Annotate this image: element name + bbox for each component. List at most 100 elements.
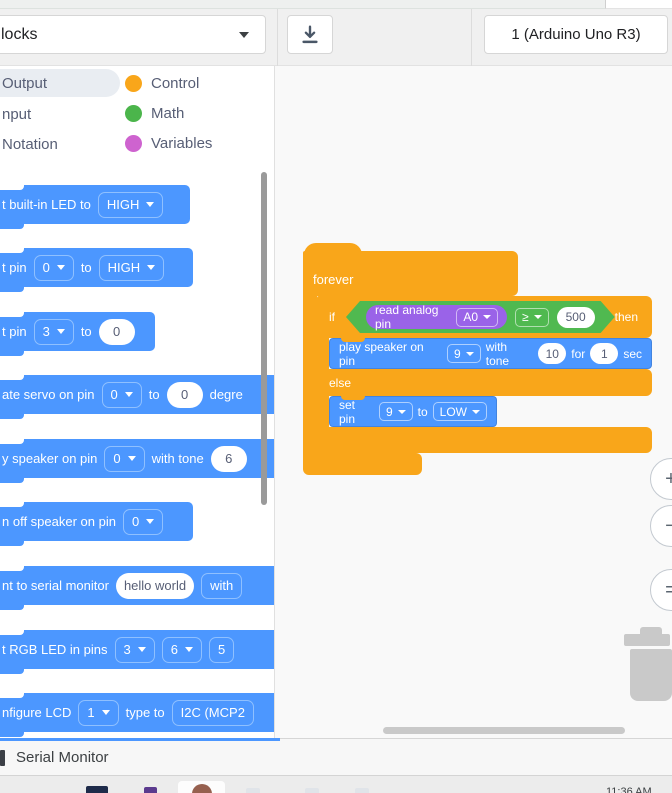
download-icon — [302, 25, 318, 43]
top-right-panel-edge — [605, 0, 672, 9]
play-speaker-block[interactable]: play speaker on pin 9 with tone 10 for 1… — [329, 338, 652, 369]
set-pin-block[interactable]: set pin 9 to LOW — [329, 396, 497, 427]
forever-block-arm[interactable] — [303, 290, 317, 460]
os-taskbar: 11:36 AM — [0, 775, 672, 793]
serial-monitor-bar[interactable]: Serial Monitor — [0, 738, 672, 775]
category-variables[interactable]: Variables — [151, 135, 212, 152]
tone-input[interactable]: 10 — [538, 343, 567, 364]
block-set-rgb-led[interactable]: t RGB LED in pins 3 6 5 — [0, 630, 274, 674]
block-text: with tone — [485, 339, 510, 368]
analog-pin-dropdown[interactable]: A0 — [456, 308, 498, 327]
block-print-serial-monitor[interactable]: nt to serial monitor hello world with — [0, 566, 274, 610]
category-math[interactable]: Math — [151, 105, 184, 122]
block-text: y speaker on pin — [2, 451, 98, 466]
with-dropdown[interactable]: with — [201, 572, 243, 599]
forever-block-bottom[interactable] — [303, 453, 422, 475]
block-text: to — [80, 324, 92, 339]
degrees-input[interactable]: 0 — [166, 381, 203, 408]
category-output[interactable]: Output — [0, 69, 120, 97]
else-row[interactable]: else — [317, 369, 652, 396]
seconds-input[interactable]: 1 — [590, 343, 619, 364]
if-label: if — [329, 310, 335, 324]
pin-dropdown[interactable]: 0 — [101, 381, 142, 408]
block-text: with tone — [151, 451, 204, 466]
tone-input[interactable]: 6 — [210, 445, 247, 472]
taskbar-app-icon[interactable] — [178, 781, 225, 793]
forever-block[interactable]: forever — [303, 243, 518, 296]
canvas-horizontal-scrollbar[interactable] — [383, 727, 625, 734]
block-turn-off-speaker[interactable]: n off speaker on pin 0 — [0, 502, 193, 546]
block-text: nt to serial monitor — [2, 578, 109, 593]
math-category-dot — [125, 105, 142, 122]
forever-label: forever — [313, 272, 354, 287]
clock: 11:36 AM — [606, 786, 652, 793]
block-text: for — [571, 346, 586, 361]
comparison-block[interactable]: read analog pin A0 ≥ 500 — [346, 301, 615, 333]
category-output-label: Output — [2, 74, 48, 92]
variables-category-dot — [125, 135, 142, 152]
chevron-down-icon — [239, 31, 249, 38]
block-text: ate servo on pin — [2, 387, 95, 402]
reset-zoom-icon: = — [665, 578, 672, 601]
block-configure-lcd[interactable]: nfigure LCD 1 type to I2C (MCP2 — [0, 693, 274, 737]
lcd-type-dropdown[interactable]: I2C (MCP2 — [171, 699, 254, 726]
app-window: locks 1 (Arduino Uno R3) Output nput Not… — [0, 0, 672, 793]
block-rotate-servo[interactable]: ate servo on pin 0 to 0 degre — [0, 375, 274, 419]
download-button[interactable] — [287, 15, 333, 54]
toolbar-divider — [277, 9, 278, 66]
pin-dropdown[interactable]: 0 — [104, 445, 145, 472]
minus-icon: − — [665, 514, 672, 537]
plus-icon: + — [665, 467, 672, 490]
serial-monitor-icon — [0, 750, 5, 766]
value-dropdown[interactable]: HIGH — [98, 254, 165, 281]
if-block-bottom[interactable] — [317, 427, 652, 453]
read-analog-pin-label: read analog pin — [375, 303, 439, 331]
category-annotation[interactable]: Notation — [2, 136, 58, 153]
board-dropdown[interactable]: 1 (Arduino Uno R3) — [484, 15, 668, 54]
pin-dropdown[interactable]: 3 — [33, 318, 74, 345]
operator-dropdown[interactable]: ≥ — [515, 308, 549, 327]
if-block[interactable]: if read analog pin A0 ≥ 500 then — [317, 296, 652, 338]
block-set-builtin-led[interactable]: t built-in LED to HIGH — [0, 185, 190, 229]
taskbar-app-icon[interactable] — [86, 786, 108, 793]
value-input[interactable]: 0 — [98, 318, 135, 345]
block-text: to — [80, 260, 92, 275]
board-dropdown-label: 1 (Arduino Uno R3) — [511, 26, 641, 43]
pin-dropdown[interactable]: 0 — [33, 254, 74, 281]
category-control[interactable]: Control — [151, 75, 199, 92]
pin-dropdown[interactable]: 9 — [378, 402, 413, 421]
palette-scrollbar[interactable] — [261, 172, 267, 505]
taskbar-app-icon[interactable] — [246, 788, 260, 793]
pin-dropdown[interactable]: 0 — [122, 508, 164, 535]
pin-dropdown[interactable]: 9 — [447, 344, 481, 363]
block-palette: Output nput Notation Control Math Variab… — [0, 66, 275, 738]
serial-monitor-label: Serial Monitor — [16, 748, 109, 766]
read-analog-pin-block[interactable]: read analog pin A0 — [366, 305, 507, 329]
block-text: play speaker on pin — [339, 339, 424, 368]
taskbar-app-icon[interactable] — [355, 788, 369, 793]
value-dropdown[interactable]: HIGH — [97, 191, 164, 218]
threshold-input[interactable]: 500 — [557, 307, 595, 328]
block-set-pin-digital[interactable]: t pin 0 to HIGH — [0, 248, 193, 292]
pin-dropdown[interactable]: 5 — [208, 636, 235, 663]
taskbar-app-icon[interactable] — [144, 787, 157, 793]
block-text: nfigure LCD — [2, 705, 72, 720]
else-label: else — [329, 375, 352, 390]
category-input[interactable]: nput — [2, 106, 31, 123]
block-text: sec — [623, 346, 642, 361]
value-dropdown[interactable]: LOW — [432, 402, 487, 421]
block-text: t built-in LED to — [2, 197, 91, 212]
pin-dropdown[interactable]: 6 — [161, 636, 202, 663]
active-tab-indicator — [0, 738, 280, 741]
lcd-dropdown[interactable]: 1 — [78, 699, 119, 726]
trash-icon[interactable] — [624, 634, 670, 646]
message-input[interactable]: hello world — [115, 572, 195, 599]
toolbar: locks 1 (Arduino Uno R3) — [0, 9, 672, 66]
taskbar-app-icon[interactable] — [305, 788, 319, 793]
block-text: t pin — [2, 324, 27, 339]
pin-dropdown[interactable]: 3 — [114, 636, 155, 663]
blocks-dropdown[interactable]: locks — [0, 15, 266, 54]
trash-icon[interactable] — [630, 649, 672, 701]
block-set-pin-analog[interactable]: t pin 3 to 0 — [0, 312, 155, 356]
block-play-speaker[interactable]: y speaker on pin 0 with tone 6 — [0, 439, 274, 483]
